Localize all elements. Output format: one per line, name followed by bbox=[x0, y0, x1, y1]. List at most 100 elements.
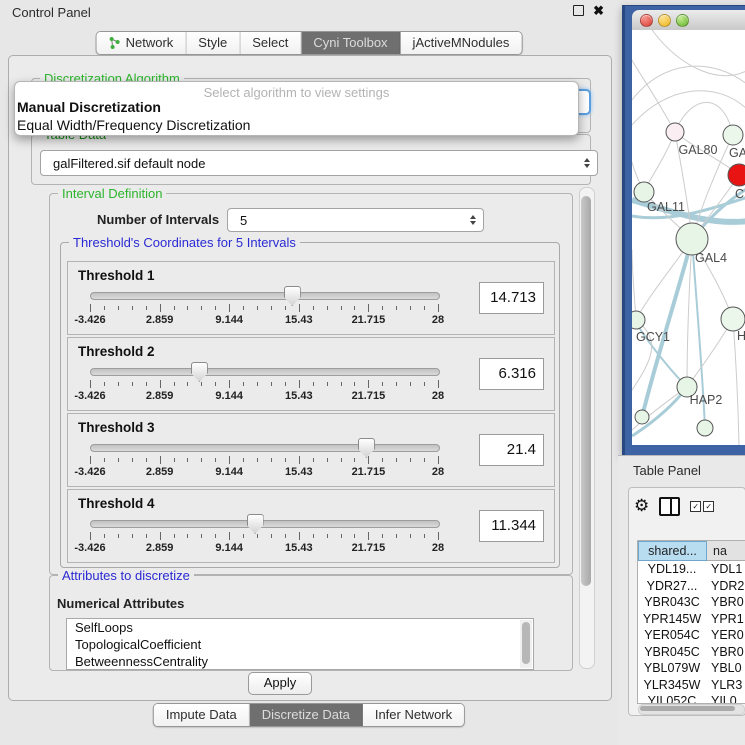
threshold-value-field[interactable]: 11.344 bbox=[479, 510, 544, 542]
network-node[interactable] bbox=[723, 125, 743, 145]
numerical-attributes-list[interactable]: SelfLoopsTopologicalCoefficientBetweenne… bbox=[66, 618, 534, 670]
threshold-slider-track[interactable] bbox=[90, 520, 440, 528]
table-hscrollbar[interactable] bbox=[638, 704, 745, 715]
number-of-intervals-label: Number of Intervals bbox=[97, 212, 219, 227]
threshold-slider-track[interactable] bbox=[90, 444, 440, 452]
tick-mark bbox=[243, 382, 244, 386]
tick-mark bbox=[438, 304, 439, 312]
scale-label: 9.144 bbox=[215, 314, 243, 326]
tick-mark bbox=[132, 382, 133, 386]
tick-mark bbox=[229, 304, 230, 312]
threshold-slider-thumb[interactable] bbox=[358, 438, 375, 458]
network-node[interactable] bbox=[634, 182, 654, 202]
table-row[interactable]: YBL079WYBL0 bbox=[638, 660, 745, 677]
tick-mark bbox=[396, 306, 397, 310]
attributes-scrollbar[interactable] bbox=[520, 620, 532, 668]
cell-name: YPR1 bbox=[706, 611, 745, 628]
tab-style[interactable]: Style bbox=[186, 32, 240, 54]
algorithm-option[interactable]: Manual Discretization bbox=[17, 99, 161, 115]
algorithm-placeholder: Select algorithm to view settings bbox=[15, 85, 578, 100]
table-row[interactable]: YDR27...YDR2 bbox=[638, 578, 745, 595]
threshold-slider-thumb[interactable] bbox=[247, 514, 264, 534]
scale-label: 21.715 bbox=[352, 542, 386, 554]
tick-mark bbox=[146, 534, 147, 538]
tab-infer-network[interactable]: Infer Network bbox=[363, 704, 464, 726]
table-row[interactable]: YER054CYER0 bbox=[638, 627, 745, 644]
apply-button[interactable]: Apply bbox=[248, 672, 312, 695]
scale-label: 28 bbox=[432, 314, 444, 326]
slider-ticks bbox=[90, 456, 438, 465]
tick-mark bbox=[215, 458, 216, 462]
panel-scrollbar-thumb[interactable] bbox=[581, 196, 591, 586]
tick-mark bbox=[243, 458, 244, 462]
table-row[interactable]: YLR345WYLR3 bbox=[638, 677, 745, 694]
network-node[interactable] bbox=[697, 420, 713, 436]
panel-scrollbar[interactable] bbox=[579, 187, 595, 669]
zoom-traffic-light-icon[interactable] bbox=[676, 14, 689, 27]
float-window-icon[interactable] bbox=[573, 5, 584, 16]
node-table: shared...na YDL19...YDL1YDR27...YDR2YBR0… bbox=[637, 540, 745, 704]
tab-label: Style bbox=[198, 35, 227, 50]
network-node-label: GAL11 bbox=[647, 200, 685, 214]
table-row[interactable]: YBR043CYBR0 bbox=[638, 594, 745, 611]
tick-mark bbox=[313, 534, 314, 538]
algorithm-option[interactable]: Equal Width/Frequency Discretization bbox=[17, 117, 250, 133]
tick-mark bbox=[132, 534, 133, 538]
threshold-value-field[interactable]: 14.713 bbox=[479, 282, 544, 314]
column-header-shared-name[interactable]: shared... bbox=[638, 541, 707, 561]
table-row[interactable]: YPR145WYPR1 bbox=[638, 611, 745, 628]
split-columns-icon[interactable] bbox=[659, 497, 680, 516]
tick-mark bbox=[118, 534, 119, 538]
tab-jactivemnodules[interactable]: jActiveMNodules bbox=[401, 32, 522, 54]
table-panel: Table Panel ⚙ ✓ ✓ shared...na YDL19...YD… bbox=[618, 455, 745, 745]
attribute-list-item[interactable]: BetweennessCentrality bbox=[67, 653, 533, 670]
tab-impute-data[interactable]: Impute Data bbox=[154, 704, 250, 726]
table-data-combobox[interactable]: galFiltered.sif default node bbox=[40, 150, 598, 176]
network-canvas[interactable]: GAL80GACGAL11GAL4GCY1HHAP2 bbox=[632, 30, 745, 445]
tab-label: Discretize Data bbox=[262, 707, 350, 722]
thresholds-group: Threshold's Coordinates for 5 Intervals … bbox=[60, 242, 560, 568]
close-traffic-light-icon[interactable] bbox=[640, 14, 653, 27]
tab-discretize-data[interactable]: Discretize Data bbox=[250, 704, 363, 726]
close-icon[interactable]: ✖ bbox=[593, 5, 604, 16]
scale-label: 2.859 bbox=[146, 314, 174, 326]
threshold-value-field[interactable]: 21.4 bbox=[479, 434, 544, 466]
tick-mark bbox=[118, 458, 119, 462]
tab-cyni-toolbox[interactable]: Cyni Toolbox bbox=[301, 32, 400, 54]
minimize-traffic-light-icon[interactable] bbox=[658, 14, 671, 27]
checkbox-icon[interactable]: ✓ bbox=[703, 501, 714, 512]
network-node[interactable] bbox=[635, 410, 649, 424]
tick-mark bbox=[354, 306, 355, 310]
scale-label: 28 bbox=[432, 390, 444, 402]
network-node[interactable] bbox=[721, 307, 745, 331]
tab-network[interactable]: Network bbox=[97, 32, 187, 54]
threshold-slider-thumb[interactable] bbox=[284, 286, 301, 306]
table-row[interactable]: YBR045CYBR0 bbox=[638, 644, 745, 661]
threshold-slider-track[interactable] bbox=[90, 292, 440, 300]
tick-mark bbox=[327, 306, 328, 310]
tick-mark bbox=[257, 534, 258, 538]
tick-mark bbox=[341, 382, 342, 386]
checkbox-icon[interactable]: ✓ bbox=[690, 501, 701, 512]
column-header-name[interactable]: na bbox=[707, 541, 745, 561]
network-node[interactable] bbox=[632, 311, 645, 329]
threshold-value-field[interactable]: 6.316 bbox=[479, 358, 544, 390]
control-panel: Control Panel ✖ NetworkStyleSelectCyni T… bbox=[0, 0, 618, 745]
attribute-list-item[interactable]: SelfLoops bbox=[67, 619, 533, 636]
network-node[interactable] bbox=[666, 123, 684, 141]
number-of-intervals-combobox[interactable]: 5 bbox=[227, 208, 484, 232]
tab-select[interactable]: Select bbox=[240, 32, 301, 54]
network-node[interactable] bbox=[728, 164, 745, 186]
gear-icon[interactable]: ⚙ bbox=[634, 498, 649, 514]
table-row[interactable]: YDL19...YDL1 bbox=[638, 561, 745, 578]
threshold-slider-track[interactable] bbox=[90, 368, 440, 376]
scale-label: 2.859 bbox=[146, 390, 174, 402]
threshold-slider-thumb[interactable] bbox=[191, 362, 208, 382]
table-row[interactable]: YIL052CYIL0 bbox=[638, 693, 745, 704]
network-window-titlebar[interactable] bbox=[632, 10, 745, 31]
column-checkboxes[interactable]: ✓ ✓ bbox=[690, 501, 714, 512]
attribute-list-item[interactable]: TopologicalCoefficient bbox=[67, 636, 533, 653]
threshold-row: Threshold 3-3.4262.8599.14415.4321.71528… bbox=[67, 413, 555, 487]
scale-label: 28 bbox=[432, 542, 444, 554]
app-window: Control Panel ✖ NetworkStyleSelectCyni T… bbox=[0, 0, 745, 745]
